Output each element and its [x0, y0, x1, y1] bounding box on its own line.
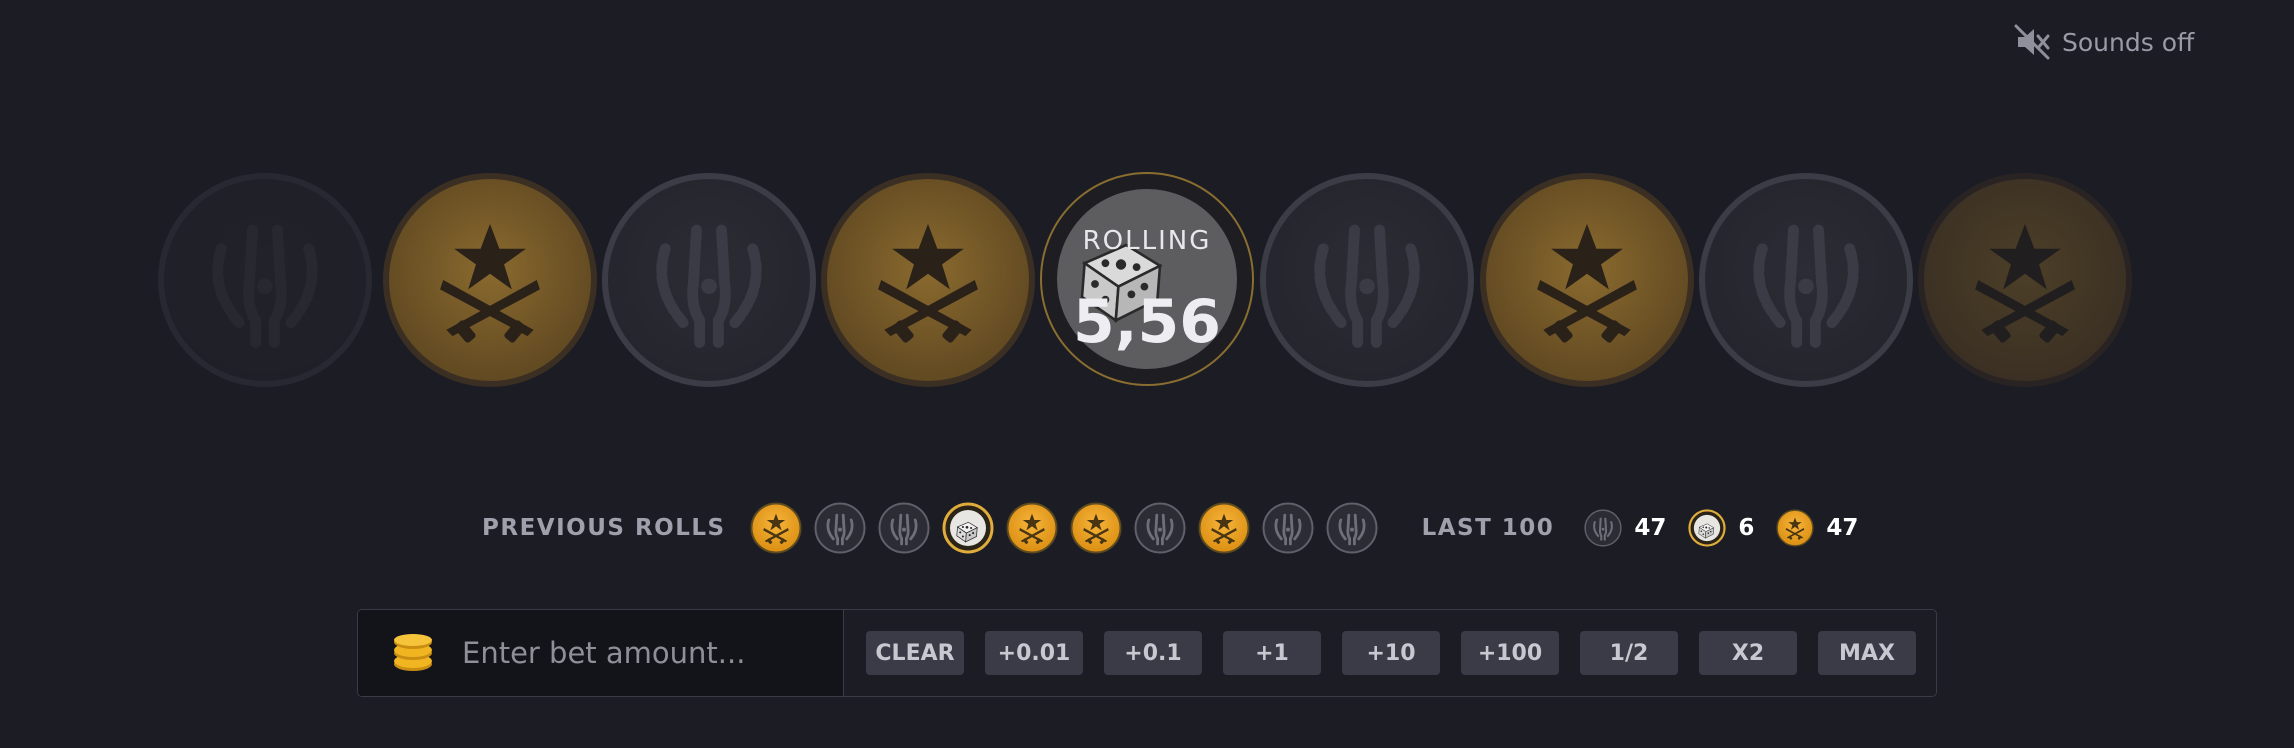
reel-coin-ct-icon: [157, 172, 373, 388]
stat-bonus-icon: [1688, 509, 1726, 547]
previous-rolls-label: PREVIOUS ROLLS: [482, 515, 726, 541]
bet-half-button[interactable]: 1/2: [1580, 631, 1678, 675]
roll-t-icon: [1006, 502, 1058, 554]
reel-coin-t-icon: [1917, 172, 2133, 388]
roll-ct-icon: [1262, 502, 1314, 554]
rolling-countdown: 5,56: [1072, 287, 1222, 357]
reel-coin-t-icon: [1479, 172, 1695, 388]
last-100-t-stat: 47: [1776, 509, 1858, 547]
bet-panel: CLEAR +0.01 +0.1 +1 +10 +100 1/2 X2 MAX: [357, 609, 1937, 697]
last-100-ct-stat: 47: [1584, 509, 1666, 547]
bet-add-0.01-button[interactable]: +0.01: [985, 631, 1083, 675]
reel-coin-ct-icon: [601, 172, 817, 388]
roll-ct-icon: [1134, 502, 1186, 554]
previous-rolls-list: [750, 502, 1378, 554]
reel-coin-t-icon: [382, 172, 598, 388]
previous-rolls-bar: PREVIOUS ROLLS LAST 100 47 6 47: [482, 500, 1880, 556]
roll-ct-icon: [814, 502, 866, 554]
reel-coin-ct-icon: [1259, 172, 1475, 388]
roll-bonus-icon: [942, 502, 994, 554]
roll-t-icon: [1198, 502, 1250, 554]
roulette-reel: ROLLING 5,56: [0, 160, 2294, 400]
bet-add-10-button[interactable]: +10: [1342, 631, 1440, 675]
bet-add-1-button[interactable]: +1: [1223, 631, 1321, 675]
last-100-label: LAST 100: [1421, 515, 1555, 541]
stat-t-count: 47: [1826, 515, 1859, 541]
stat-ct-icon: [1584, 509, 1622, 547]
bet-max-button[interactable]: MAX: [1818, 631, 1916, 675]
roll-ct-icon: [878, 502, 930, 554]
roll-t-icon: [1070, 502, 1122, 554]
reel-coin-ct-icon: [1698, 172, 1914, 388]
sounds-toggle-label: Sounds off: [2062, 27, 2195, 57]
bet-quick-buttons: CLEAR +0.01 +0.1 +1 +10 +100 1/2 X2 MAX: [844, 631, 1916, 675]
stat-ct-count: 47: [1634, 515, 1667, 541]
roll-t-icon: [750, 502, 802, 554]
bet-add-100-button[interactable]: +100: [1461, 631, 1559, 675]
bet-double-button[interactable]: X2: [1699, 631, 1797, 675]
reel-coin-t-icon: [820, 172, 1036, 388]
bet-input-wrapper[interactable]: [358, 610, 844, 696]
bet-clear-button[interactable]: CLEAR: [866, 631, 964, 675]
coin-stack-icon: [394, 634, 432, 671]
stat-bonus-count: 6: [1738, 515, 1755, 541]
rolling-indicator: ROLLING 5,56: [1038, 170, 1256, 388]
bet-add-0.1-button[interactable]: +0.1: [1104, 631, 1202, 675]
last-100-bonus-stat: 6: [1688, 509, 1754, 547]
bet-amount-input[interactable]: [462, 636, 822, 670]
roll-ct-icon: [1326, 502, 1378, 554]
rolling-label: ROLLING: [1082, 226, 1212, 256]
stat-t-icon: [1776, 509, 1814, 547]
speaker-muted-icon: [2012, 22, 2052, 62]
sounds-toggle[interactable]: Sounds off: [2012, 22, 2194, 62]
